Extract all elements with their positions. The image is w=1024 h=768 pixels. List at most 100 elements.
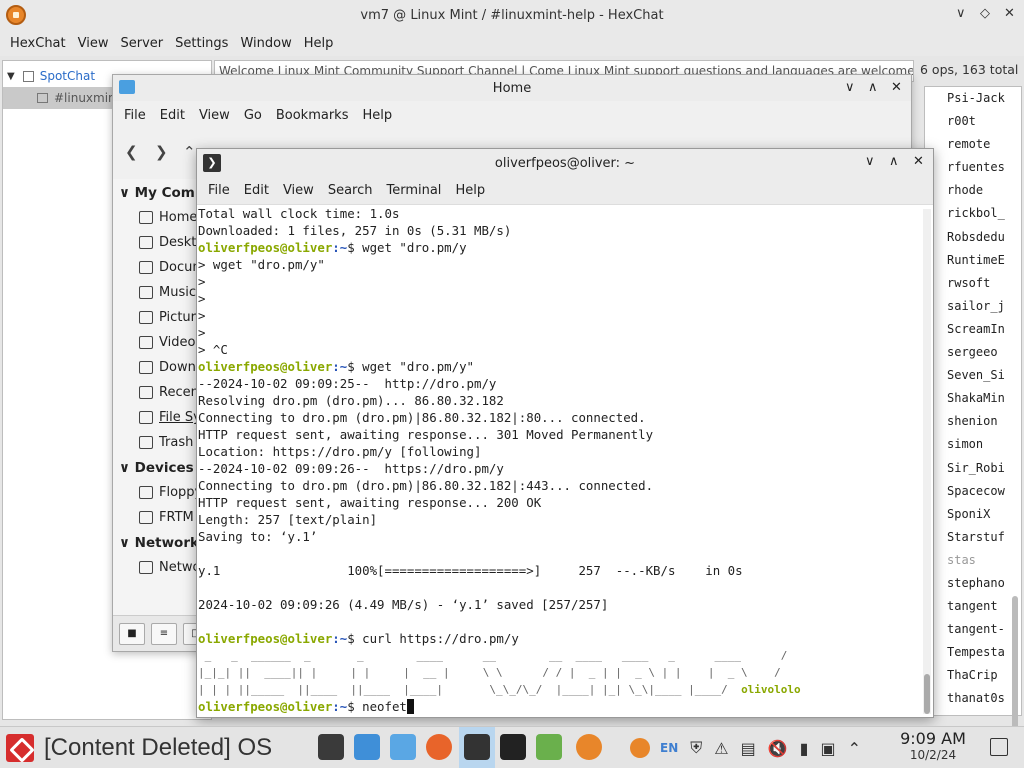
menu-settings[interactable]: Settings: [169, 36, 234, 51]
terminal-scrollbar[interactable]: [923, 209, 931, 714]
maximize-icon[interactable]: ◇: [980, 6, 990, 21]
tree-server-spotchat[interactable]: ▼ SpotChat: [7, 65, 95, 87]
sidebar-item-frtm[interactable]: FRTM: [139, 510, 194, 525]
user-list-item[interactable]: r00t: [925, 110, 1021, 133]
sidebar-item-trash[interactable]: Trash: [139, 435, 193, 450]
firefox-icon[interactable]: [426, 734, 452, 760]
user-list-item[interactable]: rhode: [925, 179, 1021, 202]
user-list-item[interactable]: RuntimeE: [925, 249, 1021, 272]
sidebar-item-desktop[interactable]: Desktop: [139, 235, 199, 250]
user-list-item[interactable]: stephano: [925, 572, 1021, 595]
sidebar-header-my-computer[interactable]: ∨ My Computer: [119, 185, 199, 201]
fm-minimize-icon[interactable]: ∨: [845, 80, 855, 95]
sidebar-item-music[interactable]: Music: [139, 285, 196, 300]
clipboard-icon[interactable]: ▤: [741, 739, 756, 758]
user-list-item[interactable]: rfuentes: [925, 156, 1021, 179]
sidebar-header-devices[interactable]: ∨ Devices: [119, 460, 194, 476]
sidebar-item-documents[interactable]: Documents: [139, 260, 199, 275]
user-list[interactable]: Psi-Jack r00t remote rfuentes rhode rickbol_ R…: [924, 86, 1022, 716]
fm-menu-file[interactable]: File: [117, 108, 153, 123]
tray-expand-icon[interactable]: ⌃: [848, 739, 861, 758]
sidebar-item-videos[interactable]: Videos: [139, 335, 199, 350]
term-minimize-icon[interactable]: ∨: [865, 154, 875, 169]
user-list-scrollbar[interactable]: [1012, 596, 1018, 746]
user-list-item[interactable]: SponiX: [925, 503, 1021, 526]
back-icon[interactable]: ❮: [125, 143, 138, 161]
term-menu-help[interactable]: Help: [448, 183, 492, 198]
hexchat-tray-icon[interactable]: [630, 738, 650, 758]
user-list-item[interactable]: Starstuf: [925, 526, 1021, 549]
menu-hexchat[interactable]: HexChat: [4, 36, 72, 51]
user-list-item[interactable]: Psi-Jack: [925, 87, 1021, 110]
show-desktop-icon[interactable]: [318, 734, 344, 760]
term-menu-terminal[interactable]: Terminal: [379, 183, 448, 198]
app-taskbar-icon[interactable]: [500, 734, 526, 760]
shield-icon[interactable]: ⛨: [690, 738, 702, 758]
files-icon[interactable]: [390, 734, 416, 760]
mint-app-icon[interactable]: [536, 734, 562, 760]
term-menu-search[interactable]: Search: [321, 183, 380, 198]
sidebar-item-floppy[interactable]: Floppy: [139, 485, 199, 500]
fm-menu-edit[interactable]: Edit: [153, 108, 192, 123]
terminal-taskbar-icon[interactable]: [464, 734, 490, 760]
forward-icon[interactable]: ❯: [155, 143, 168, 161]
user-list-item[interactable]: ScreamIn: [925, 318, 1021, 341]
sidebar-item-recent[interactable]: Recent: [139, 385, 199, 400]
user-list-item[interactable]: stas: [925, 549, 1021, 572]
user-list-item[interactable]: Spacecow: [925, 480, 1021, 503]
terminal-output[interactable]: Total wall clock time: 1.0s Downloaded: 1…: [197, 205, 919, 717]
volume-muted-icon[interactable]: 🔇: [768, 739, 788, 758]
user-list-item[interactable]: Robsdedu: [925, 226, 1021, 249]
notifications-icon[interactable]: [990, 738, 1008, 756]
user-list-item[interactable]: ShakaMin: [925, 387, 1021, 410]
expand-triangle-icon[interactable]: ▼: [7, 71, 15, 82]
user-list-item[interactable]: Seven_Si: [925, 364, 1021, 387]
menu-server[interactable]: Server: [114, 36, 169, 51]
sidebar-item-downloads[interactable]: Downloads: [139, 360, 199, 375]
terminal-current-line[interactable]: oliverfpeos@oliver:~$ neofet: [198, 698, 919, 715]
sidebar-item-pictures[interactable]: Pictures: [139, 310, 199, 325]
user-list-item[interactable]: ThaCrip: [925, 664, 1021, 687]
network-tray-icon[interactable]: ▣: [820, 739, 835, 758]
close-icon[interactable]: ✕: [1004, 6, 1015, 21]
user-list-item[interactable]: sergeeo: [925, 341, 1021, 364]
sidebar-item-network[interactable]: Network: [139, 560, 199, 575]
up-icon[interactable]: ⌃: [183, 143, 196, 161]
battery-icon[interactable]: ▮: [800, 739, 809, 758]
user-list-item[interactable]: Sir_Robi: [925, 457, 1021, 480]
clock[interactable]: 9:09 AM 10/2/24: [888, 729, 978, 762]
menu-window[interactable]: Window: [234, 36, 297, 51]
user-list-item[interactable]: shenion: [925, 410, 1021, 433]
term-maximize-icon[interactable]: ∧: [889, 154, 899, 169]
term-menu-file[interactable]: File: [201, 183, 237, 198]
user-list-item[interactable]: simon: [925, 433, 1021, 456]
keyboard-layout[interactable]: EN: [660, 741, 678, 755]
user-list-item[interactable]: thanat0s: [925, 687, 1021, 710]
user-list-item[interactable]: tangent: [925, 595, 1021, 618]
fm-menu-bookmarks[interactable]: Bookmarks: [269, 108, 356, 123]
menu-view[interactable]: View: [72, 36, 115, 51]
fm-menu-go[interactable]: Go: [237, 108, 269, 123]
sidebar-header-network[interactable]: ∨ Network: [119, 535, 199, 551]
show-tree-button[interactable]: ≡: [151, 623, 177, 645]
fm-menu-view[interactable]: View: [192, 108, 237, 123]
show-places-button[interactable]: ■: [119, 623, 145, 645]
term-close-icon[interactable]: ✕: [913, 154, 924, 169]
fm-menu-help[interactable]: Help: [355, 108, 399, 123]
term-menu-view[interactable]: View: [276, 183, 321, 198]
fm-maximize-icon[interactable]: ∧: [868, 80, 878, 95]
minimize-icon[interactable]: ∨: [956, 6, 966, 21]
start-menu-button[interactable]: [Content Deleted] OS: [6, 731, 272, 765]
software-store-icon[interactable]: [354, 734, 380, 760]
user-list-item[interactable]: tangent-: [925, 618, 1021, 641]
update-icon[interactable]: ⚠: [714, 739, 728, 758]
sidebar-item-file-system[interactable]: File System: [139, 410, 199, 425]
hexchat-taskbar-icon[interactable]: [576, 734, 602, 760]
user-list-item[interactable]: Tempesta: [925, 641, 1021, 664]
term-menu-edit[interactable]: Edit: [237, 183, 276, 198]
user-list-item[interactable]: sailor_j: [925, 295, 1021, 318]
fm-close-icon[interactable]: ✕: [891, 80, 902, 95]
user-list-item[interactable]: rwsoft: [925, 272, 1021, 295]
user-list-item[interactable]: remote: [925, 133, 1021, 156]
terminal-scroll-thumb[interactable]: [924, 674, 930, 714]
